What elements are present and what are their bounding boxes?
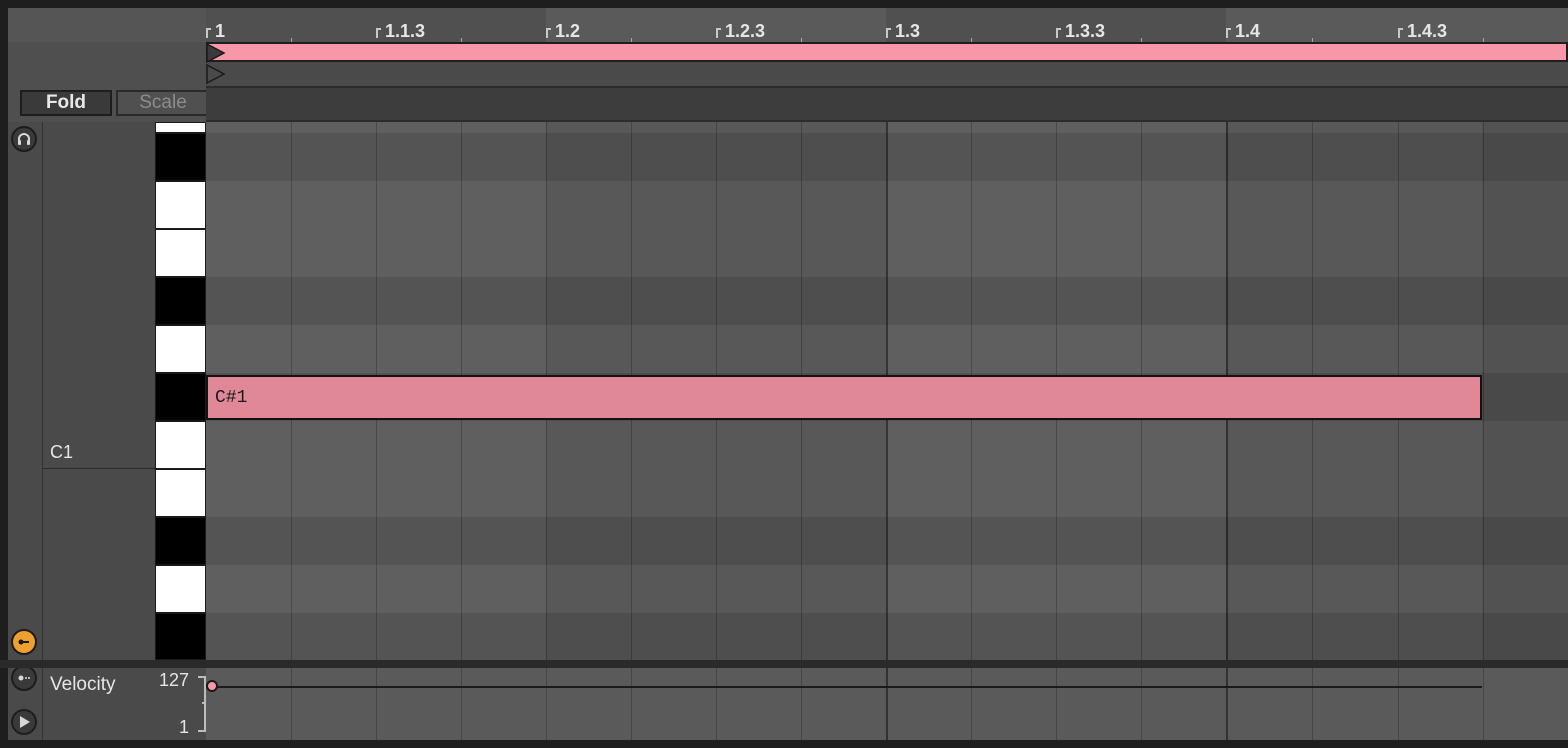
velocity-grid-line	[1312, 668, 1313, 740]
piano-key[interactable]	[155, 181, 206, 229]
velocity-grid-line	[1483, 668, 1484, 740]
piano-key[interactable]	[155, 469, 206, 517]
header-band	[8, 8, 206, 42]
piano-key[interactable]	[155, 373, 206, 421]
ruler-tick	[376, 28, 381, 38]
piano-key[interactable]	[155, 325, 206, 373]
velocity-handle[interactable]	[206, 680, 218, 692]
ruler-tick	[886, 28, 891, 38]
velocity-title: Velocity	[50, 674, 116, 695]
preview-toggle-button[interactable]	[11, 126, 37, 152]
midi-clip-editor: Fold Scale 1 1.1.3 1.2 1.2.3 1.3 1.3.3 1…	[0, 0, 1568, 748]
ruler-tick	[546, 28, 551, 38]
velocity-grid-line	[1056, 668, 1057, 740]
piano-key[interactable]	[155, 229, 206, 277]
scale-button[interactable]: Scale	[116, 90, 210, 116]
ruler-label: 1.3	[895, 21, 921, 41]
ruler-label: 1	[215, 21, 226, 41]
ruler-label: 1.4.3	[1407, 21, 1448, 41]
grid-outside-clip	[1482, 122, 1568, 660]
play-button[interactable]	[11, 709, 37, 735]
velocity-max-label: 127	[158, 670, 189, 690]
octave-label: C1	[50, 442, 74, 462]
velocity-lane-header: Velocity 127 1	[43, 668, 206, 740]
note-grid[interactable]: C#1	[206, 122, 1568, 660]
velocity-grid-line	[461, 668, 462, 740]
velocity-lane[interactable]	[206, 668, 1568, 740]
envelope-toggle-button[interactable]	[11, 665, 37, 691]
loop-start-marker-icon[interactable]	[206, 43, 226, 63]
left-tool-strip	[8, 122, 43, 740]
beat-time-ruler[interactable]: 1 1.1.3 1.2 1.2.3 1.3 1.3.3 1.4 1.4.3	[206, 8, 1568, 42]
velocity-grid-line	[291, 668, 292, 740]
editor-header-panel: Fold Scale	[8, 8, 210, 122]
velocity-grid-line	[716, 668, 717, 740]
velocity-grid-line	[971, 668, 972, 740]
piano-key[interactable]	[155, 133, 206, 181]
ruler-tick	[716, 28, 721, 38]
piano-key[interactable]	[155, 517, 206, 565]
ruler-tick	[1398, 28, 1403, 38]
play-icon	[20, 716, 30, 728]
lane-divider[interactable]	[0, 660, 1568, 668]
fold-toggle-button[interactable]	[11, 629, 37, 655]
ruler-label: 1.1.3	[385, 21, 426, 41]
fold-button[interactable]: Fold	[20, 90, 112, 116]
headphones-icon	[18, 133, 30, 145]
start-marker-icon[interactable]	[206, 64, 226, 84]
envelope-dots-icon	[18, 675, 30, 681]
piano-key[interactable]	[155, 565, 206, 613]
midi-note-label: C#1	[215, 387, 248, 408]
ruler-label: 1.2.3	[725, 21, 766, 41]
velocity-grid-line	[1141, 668, 1142, 740]
velocity-grid-line	[546, 668, 547, 740]
ruler-label: 1.2	[555, 21, 581, 41]
ruler-tick	[206, 28, 211, 38]
piano-key[interactable]	[155, 122, 206, 133]
midi-note[interactable]: C#1	[206, 375, 1482, 420]
velocity-grid-line	[801, 668, 802, 740]
piano-keyboard[interactable]	[155, 122, 206, 660]
velocity-grid-line	[1398, 668, 1399, 740]
velocity-grid-line-major	[886, 668, 888, 740]
scrub-area[interactable]	[206, 86, 1568, 122]
note-name-column: C1	[43, 122, 155, 660]
velocity-grid-line-major	[1226, 668, 1228, 740]
ruler-beat-shade	[1226, 8, 1568, 42]
piano-key[interactable]	[155, 613, 206, 660]
ruler-label: 1.3.3	[1065, 21, 1106, 41]
velocity-grid-line	[631, 668, 632, 740]
ruler-tick	[1056, 28, 1061, 38]
velocity-min-label: 1	[178, 717, 189, 737]
octave-separator	[43, 468, 155, 469]
velocity-stem	[212, 686, 1482, 688]
loop-region-area[interactable]	[206, 42, 1568, 86]
ruler-label: 1.4	[1235, 21, 1261, 41]
velocity-scale-bracket	[198, 676, 206, 732]
ruler-tick	[1226, 28, 1231, 38]
loop-brace[interactable]	[206, 42, 1568, 62]
velocity-grid-line	[376, 668, 377, 740]
fold-toggle-icon	[18, 639, 29, 645]
bottom-border	[0, 740, 1568, 748]
piano-key[interactable]	[155, 421, 206, 469]
piano-key[interactable]	[155, 277, 206, 325]
